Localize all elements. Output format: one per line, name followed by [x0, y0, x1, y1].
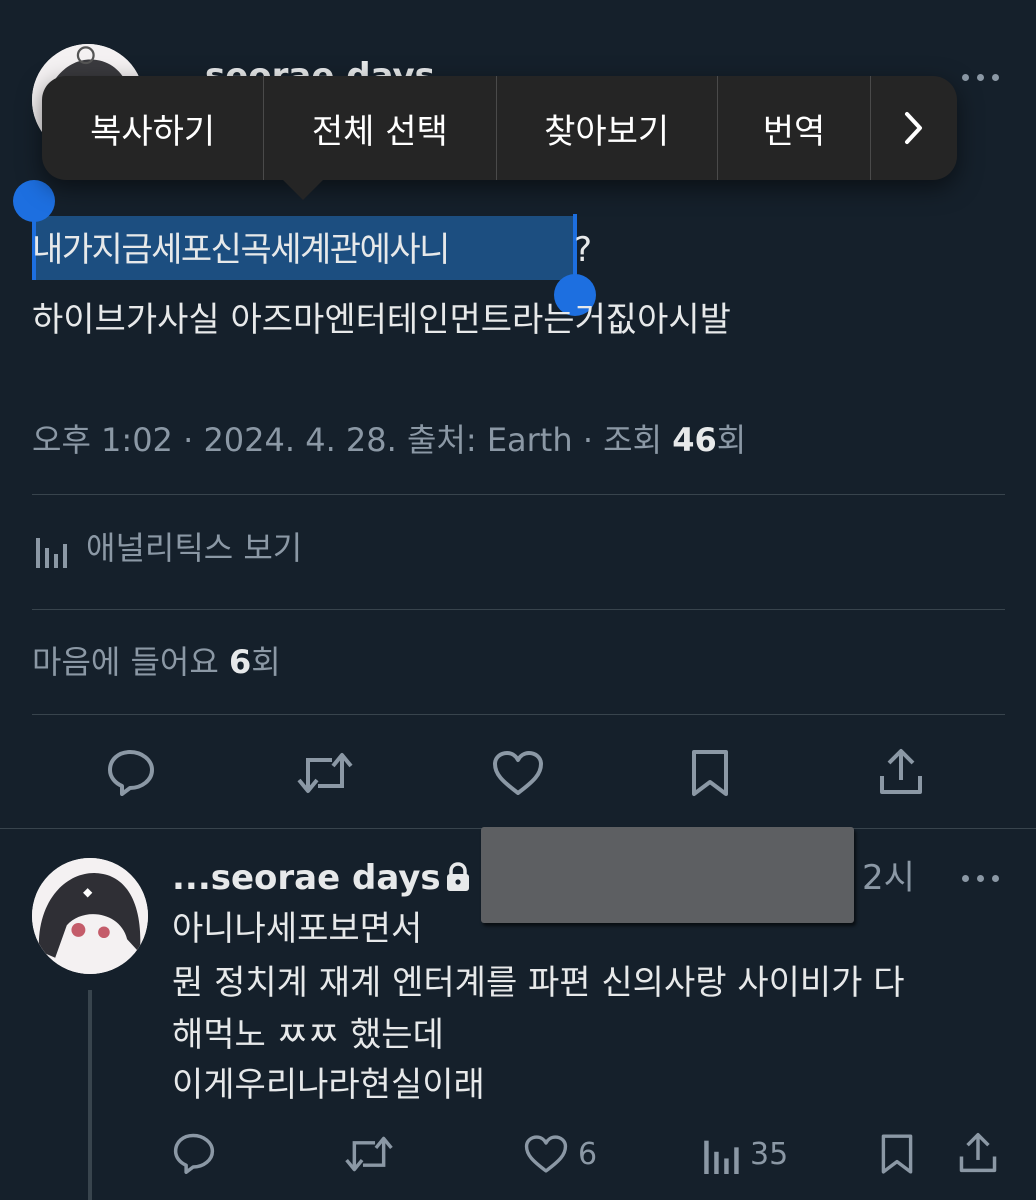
like-icon — [493, 751, 543, 795]
reply-text-line: 이게우리나라현실이래 — [172, 1065, 485, 1105]
divider — [32, 494, 1005, 495]
analytics-icon[interactable] — [36, 532, 68, 572]
selected-text: 내가지금세포신곡세계관에사니 — [32, 230, 450, 270]
likes-label: 마음에 들어요 — [32, 643, 219, 681]
views-suffix: 회 — [716, 421, 747, 459]
context-menu: 복사하기 전체 선택 찾아보기 번역 — [42, 76, 957, 180]
views-label: 조회 — [603, 421, 663, 459]
analytics-icon — [704, 1140, 739, 1174]
share-icon — [959, 1133, 997, 1173]
reply-text-line: 아니나세포보면서 — [172, 909, 423, 949]
reply-text-line: 뭔 정치계 재계 엔터계를 파편 신의사랑 사이비가 다 — [172, 963, 905, 1003]
tweet-date: 2024. 4. 28. — [203, 421, 397, 459]
reply-analytics-button[interactable]: 35 — [704, 1134, 788, 1174]
context-menu-pointer — [283, 180, 323, 200]
more-icon[interactable] — [962, 873, 1002, 883]
analytics-link[interactable]: 애널리틱스 보기 — [86, 526, 302, 570]
reply-like-button[interactable]: 6 — [524, 1134, 597, 1174]
tweet-meta: 오후 1:02 · 2024. 4. 28. 출처: Earth · 조회 46… — [32, 421, 747, 459]
tweet-text-line-1: 내가지금세포신곡세계관에사니? — [32, 226, 592, 274]
reply-reply-button[interactable] — [172, 1132, 216, 1174]
share-icon — [880, 749, 922, 794]
tweet-time: 오후 1:02 — [32, 421, 173, 459]
divider — [32, 714, 1005, 715]
likes-count: 6 — [228, 643, 252, 681]
like-icon — [524, 1135, 568, 1173]
chevron-right-icon[interactable] — [871, 76, 957, 180]
reply-text-line: 해먹노 ㅉㅉ 했는데 — [172, 1015, 444, 1055]
tweet-text-rest: ? — [574, 230, 593, 270]
more-icon[interactable] — [962, 72, 1002, 82]
reply-like-count: 6 — [578, 1136, 598, 1172]
reply-bookmark-button[interactable] — [880, 1132, 914, 1176]
reply-share-button[interactable] — [958, 1132, 998, 1174]
likes-row[interactable]: 마음에 들어요 6회 — [32, 640, 281, 684]
redacted-handle — [481, 827, 854, 923]
likes-suffix: 회 — [251, 643, 281, 681]
tweet-source[interactable]: 출처: Earth — [407, 421, 573, 459]
divider — [32, 609, 1005, 610]
retweet-icon — [297, 753, 353, 793]
menu-item-look-up[interactable]: 찾아보기 — [497, 76, 718, 180]
reply-view-count: 35 — [750, 1136, 789, 1172]
menu-item-copy[interactable]: 복사하기 — [42, 76, 265, 180]
menu-item-select-all[interactable]: 전체 선택 — [264, 76, 497, 180]
lock-icon — [444, 862, 472, 896]
retweet-button[interactable] — [296, 750, 354, 796]
bookmark-icon — [881, 1134, 913, 1174]
like-button[interactable] — [492, 750, 544, 796]
views-count: 46 — [672, 421, 717, 459]
reply-author-name[interactable]: ...seorae days — [172, 858, 441, 898]
reply-button[interactable] — [106, 748, 156, 796]
tweet-text-line-2: 하이브가사실 아즈마엔터테인먼트라는거짒아시발 — [32, 300, 731, 340]
share-button[interactable] — [878, 748, 924, 796]
menu-item-translate[interactable]: 번역 — [718, 76, 872, 180]
selection-start-handle[interactable] — [13, 180, 55, 222]
reply-avatar[interactable] — [32, 858, 148, 974]
thread-line — [88, 990, 92, 1200]
reply-icon — [173, 1133, 215, 1174]
bookmark-icon — [692, 750, 728, 796]
reply-time[interactable]: 2시 — [862, 858, 915, 898]
reply-icon — [108, 750, 154, 796]
reply-retweet-button[interactable] — [344, 1134, 394, 1174]
bookmark-button[interactable] — [690, 748, 730, 798]
retweet-icon — [345, 1136, 393, 1172]
